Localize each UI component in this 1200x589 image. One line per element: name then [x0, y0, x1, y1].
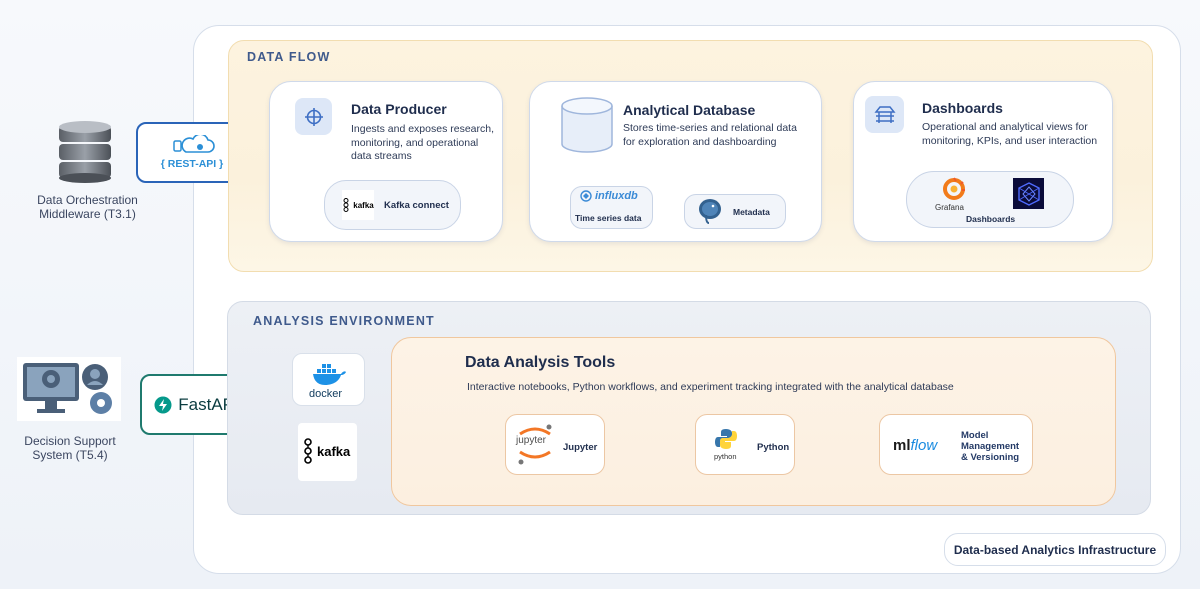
cloud-api-icon [173, 135, 215, 153]
database-title: Analytical Database [623, 102, 756, 118]
influxdb-logo: influxdb [580, 190, 638, 202]
dashboards-title: Dashboards [922, 100, 1003, 116]
superset-icon [1013, 178, 1044, 209]
docker-label: docker [309, 388, 343, 400]
jupyter-logo-icon [514, 422, 556, 471]
postgres-elephant-icon [696, 197, 724, 230]
tools-title: Data Analysis Tools [465, 354, 616, 371]
jupyter-wordmark: jupyter [516, 435, 547, 446]
decision-support-label: Decision Support System (T5.4) [24, 434, 116, 462]
database-stack-icon [55, 120, 115, 184]
rest-api-label: { REST-API } [160, 158, 224, 170]
python-logo-icon [715, 428, 737, 455]
decision-system-icon [17, 357, 121, 421]
python-wordmark: python [714, 452, 737, 461]
analysis-environment-title: ANALYSIS ENVIRONMENT [253, 314, 435, 328]
kafka-logo-icon [302, 438, 316, 469]
infrastructure-label: Data-based Analytics Infrastructure [944, 533, 1166, 566]
kafka-connect-label: Kafka connect [384, 200, 449, 211]
database-cylinder-icon [560, 96, 614, 156]
python-label: Python [757, 442, 790, 453]
producer-title: Data Producer [351, 101, 447, 117]
kafka-label: kafka [317, 444, 351, 459]
postgres-label: Metadata [733, 207, 770, 217]
mlflow-logo: mlflow [893, 437, 938, 454]
kafka-logo-small: kafka [342, 190, 374, 220]
influxdb-label: Time series data [575, 213, 642, 223]
producer-crosshair-icon [295, 98, 332, 135]
grafana-label: Grafana [935, 203, 964, 212]
mlflow-label: Model Management & Versioning [961, 430, 1020, 463]
dashboard-rack-icon [865, 96, 904, 133]
producer-description: Ingests and exposes research, monitoring… [351, 123, 495, 162]
docker-whale-icon [311, 362, 347, 391]
dashboards-description: Operational and analytical views for mon… [922, 121, 1098, 147]
dashboards-pill-label: Dashboards [966, 214, 1016, 224]
data-flow-title: DATA FLOW [247, 50, 331, 64]
fastapi-icon [154, 396, 172, 413]
database-description: Stores time-series and relational data f… [623, 122, 797, 148]
middleware-label: Data Orchestration Middleware (T3.1) [37, 193, 138, 221]
jupyter-label: Jupyter [563, 442, 598, 453]
tools-description: Interactive notebooks, Python workflows,… [467, 381, 954, 393]
